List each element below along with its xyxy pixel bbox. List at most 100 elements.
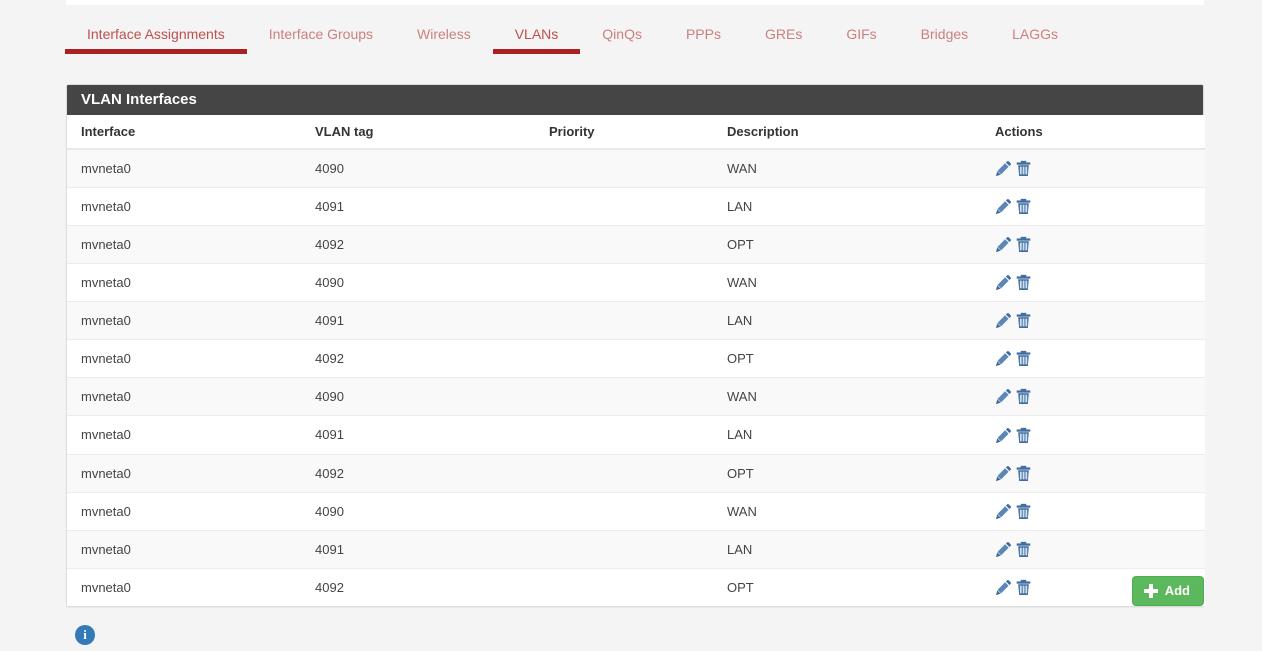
cell-priority bbox=[535, 225, 713, 264]
delete-row-button[interactable] bbox=[1015, 160, 1032, 177]
cell-actions bbox=[981, 225, 1205, 264]
table-row[interactable]: mvneta0 4090 WAN bbox=[67, 377, 1205, 416]
tab-label: VLANs bbox=[514, 26, 559, 42]
cell-vlan-tag: 4090 bbox=[301, 148, 535, 188]
edit-row-button[interactable] bbox=[995, 350, 1012, 367]
cell-actions bbox=[981, 301, 1205, 340]
interfaces-tab-bar: Interface Assignments Interface Groups W… bbox=[0, 19, 1262, 64]
delete-row-button[interactable] bbox=[1015, 541, 1032, 558]
trash-icon bbox=[1016, 351, 1031, 367]
cell-description: WAN bbox=[713, 148, 981, 188]
cell-interface: mvneta0 bbox=[67, 415, 301, 454]
cell-interface: mvneta0 bbox=[67, 187, 301, 226]
edit-row-button[interactable] bbox=[995, 465, 1012, 482]
pencil-icon bbox=[996, 313, 1011, 329]
cell-actions bbox=[981, 377, 1205, 416]
cell-priority bbox=[535, 453, 713, 493]
trash-icon bbox=[1016, 313, 1031, 329]
trash-icon bbox=[1016, 275, 1031, 291]
edit-row-button[interactable] bbox=[995, 236, 1012, 253]
table-row[interactable]: mvneta0 4091 LAN bbox=[67, 187, 1205, 226]
table-row[interactable]: mvneta0 4090 WAN bbox=[67, 491, 1205, 531]
column-header-interface: Interface bbox=[67, 115, 301, 150]
cell-actions bbox=[981, 263, 1205, 302]
trash-icon bbox=[1016, 427, 1031, 443]
table-row[interactable]: mvneta0 4092 OPT bbox=[67, 453, 1205, 493]
trash-icon bbox=[1016, 198, 1031, 215]
column-header-description: Description bbox=[713, 115, 981, 150]
vlan-interfaces-table: Interface VLAN tag Priority Description … bbox=[67, 115, 1205, 606]
table-row[interactable]: mvneta0 4091 LAN bbox=[67, 301, 1205, 340]
edit-row-button[interactable] bbox=[995, 541, 1012, 558]
cell-vlan-tag: 4092 bbox=[301, 339, 535, 378]
cell-actions bbox=[981, 529, 1205, 569]
cell-interface: mvneta0 bbox=[67, 339, 301, 378]
cell-vlan-tag: 4091 bbox=[301, 301, 535, 340]
cell-description: OPT bbox=[713, 339, 981, 378]
cell-priority bbox=[535, 415, 713, 454]
edit-row-button[interactable] bbox=[995, 503, 1012, 520]
tab-label: Interface Assignments bbox=[87, 26, 225, 42]
tab-interface-groups[interactable]: Interface Groups bbox=[247, 19, 395, 59]
cell-priority bbox=[535, 263, 713, 302]
delete-row-button[interactable] bbox=[1015, 503, 1032, 520]
tab-label: LAGGs bbox=[1012, 26, 1059, 42]
pencil-icon bbox=[996, 237, 1011, 253]
delete-row-button[interactable] bbox=[1015, 465, 1032, 482]
table-row[interactable]: mvneta0 4092 OPT bbox=[67, 225, 1205, 264]
edit-row-button[interactable] bbox=[995, 427, 1012, 444]
delete-row-button[interactable] bbox=[1015, 198, 1032, 215]
tab-interface-assignments[interactable]: Interface Assignments bbox=[65, 19, 247, 59]
pencil-icon bbox=[996, 275, 1011, 291]
trash-icon bbox=[1016, 389, 1031, 405]
delete-row-button[interactable] bbox=[1015, 427, 1032, 444]
cell-priority bbox=[535, 491, 713, 531]
delete-row-button[interactable] bbox=[1015, 312, 1032, 329]
edit-row-button[interactable] bbox=[995, 312, 1012, 329]
add-button-label: Add bbox=[1164, 583, 1190, 598]
delete-row-button[interactable] bbox=[1015, 350, 1032, 367]
help-area: i bbox=[75, 625, 95, 645]
pencil-icon bbox=[996, 503, 1011, 519]
cell-interface: mvneta0 bbox=[67, 491, 301, 531]
tab-wireless[interactable]: Wireless bbox=[395, 19, 493, 59]
add-button[interactable]: Add bbox=[1131, 576, 1204, 606]
table-row[interactable]: mvneta0 4091 LAN bbox=[67, 415, 1205, 454]
cell-description: LAN bbox=[713, 187, 981, 226]
tab-qinqs[interactable]: QinQs bbox=[580, 19, 664, 59]
table-row[interactable]: mvneta0 4090 WAN bbox=[67, 263, 1205, 302]
edit-row-button[interactable] bbox=[995, 388, 1012, 405]
delete-row-button[interactable] bbox=[1015, 388, 1032, 405]
column-header-priority: Priority bbox=[535, 115, 713, 150]
cell-description: WAN bbox=[713, 377, 981, 416]
cell-actions bbox=[981, 415, 1205, 454]
trash-icon bbox=[1016, 541, 1031, 557]
tab-bridges[interactable]: Bridges bbox=[899, 19, 990, 59]
delete-row-button[interactable] bbox=[1015, 274, 1032, 291]
delete-row-button[interactable] bbox=[1015, 236, 1032, 253]
edit-row-button[interactable] bbox=[995, 274, 1012, 291]
info-icon[interactable]: i bbox=[75, 625, 95, 645]
edit-row-button[interactable] bbox=[995, 160, 1012, 177]
tab-gifs[interactable]: GIFs bbox=[824, 19, 898, 59]
cell-description: LAN bbox=[713, 529, 981, 569]
table-row[interactable]: mvneta0 4092 OPT bbox=[67, 339, 1205, 378]
tab-gres[interactable]: GREs bbox=[743, 19, 824, 59]
tab-ppps[interactable]: PPPs bbox=[664, 19, 743, 59]
table-row[interactable]: mvneta0 4090 WAN bbox=[67, 148, 1205, 188]
cell-interface: mvneta0 bbox=[67, 225, 301, 264]
tab-label: GIFs bbox=[846, 26, 877, 42]
cell-vlan-tag: 4090 bbox=[301, 263, 535, 302]
pencil-icon bbox=[996, 427, 1011, 443]
cell-priority bbox=[535, 148, 713, 188]
table-row[interactable]: mvneta0 4091 LAN bbox=[67, 529, 1205, 569]
cell-vlan-tag: 4092 bbox=[301, 225, 535, 264]
plus-icon bbox=[1143, 584, 1158, 598]
cell-interface: mvneta0 bbox=[67, 263, 301, 302]
edit-row-button[interactable] bbox=[995, 198, 1012, 215]
column-header-actions: Actions bbox=[981, 115, 1205, 150]
trash-icon bbox=[1016, 465, 1031, 481]
tab-laggs[interactable]: LAGGs bbox=[990, 19, 1080, 59]
tab-vlans[interactable]: VLANs bbox=[492, 19, 581, 59]
pencil-icon bbox=[996, 465, 1011, 481]
